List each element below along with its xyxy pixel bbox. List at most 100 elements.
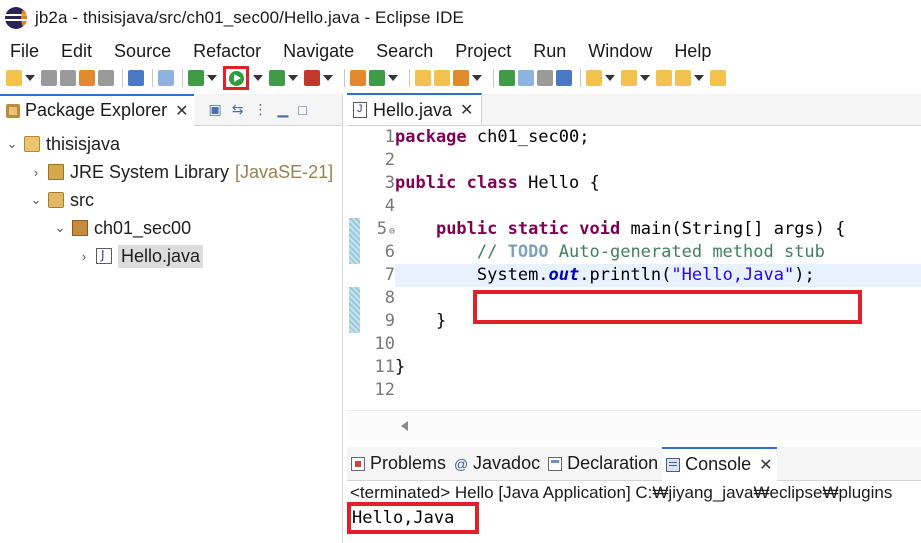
- toolbar-separator: [182, 69, 183, 87]
- code-line-1: package ch01_sec00;: [395, 126, 921, 149]
- redo-icon[interactable]: [98, 70, 114, 86]
- editor-area: Hello.java ✕ 1 2 3 4 5⊖ 6 7 8 9 10 11 12…: [347, 93, 921, 440]
- next-annotation-dropdown-icon[interactable]: [605, 75, 615, 81]
- tab-javadoc[interactable]: @ Javadoc: [450, 447, 544, 481]
- view-menu-icon[interactable]: ⋮: [253, 101, 267, 118]
- new-java-class-icon[interactable]: [369, 70, 385, 86]
- chevron-down-icon[interactable]: ⌄: [28, 192, 44, 208]
- code-text-segment: ch01_sec00;: [466, 127, 590, 147]
- menu-run[interactable]: Run: [533, 41, 566, 62]
- new-class-dropdown-icon[interactable]: [388, 75, 398, 81]
- run-button-highlight: [223, 66, 249, 90]
- menu-file[interactable]: File: [10, 41, 39, 62]
- window-title: jb2a - thisisjava/src/ch01_sec00/Hello.j…: [35, 8, 464, 27]
- minimize-icon[interactable]: ▁: [277, 101, 288, 118]
- external-tools-dropdown-icon[interactable]: [323, 75, 333, 81]
- line-number: 1: [384, 127, 395, 147]
- menu-window[interactable]: Window: [588, 41, 652, 62]
- tab-package-explorer[interactable]: Package Explorer ✕: [0, 93, 195, 126]
- maximize-icon[interactable]: □: [298, 102, 306, 118]
- block-selection-icon[interactable]: [537, 70, 553, 86]
- tree-item-project[interactable]: ⌄ thisisjava: [0, 130, 342, 158]
- run-dropdown-icon[interactable]: [253, 75, 263, 81]
- chevron-down-icon[interactable]: ⌄: [52, 220, 68, 236]
- collapse-all-icon[interactable]: ▣: [208, 101, 221, 118]
- menu-project[interactable]: Project: [455, 41, 511, 62]
- code-line-6: // TODO Auto-generated method stub: [395, 241, 921, 264]
- tree-item-java-file[interactable]: › Hello.java: [0, 242, 342, 270]
- keyword: class: [466, 173, 518, 193]
- tab-declaration[interactable]: Declaration: [544, 447, 662, 481]
- horizontal-scrollbar[interactable]: [347, 410, 921, 440]
- line-number: 5: [376, 219, 387, 239]
- menu-refactor[interactable]: Refactor: [193, 41, 261, 62]
- terminal-icon[interactable]: [128, 70, 144, 86]
- project-label: thisisjava: [46, 133, 121, 154]
- annotation-icon[interactable]: [499, 70, 515, 86]
- code-text-segment: .println(: [579, 265, 672, 285]
- external-tools-icon[interactable]: [304, 70, 320, 86]
- tree-item-jre-library[interactable]: › JRE System Library [JavaSE-21]: [0, 158, 342, 186]
- chevron-down-icon[interactable]: ⌄: [4, 136, 20, 152]
- back-icon[interactable]: [675, 70, 691, 86]
- open-type-icon[interactable]: [415, 70, 431, 86]
- library-version: [JavaSE-21]: [235, 161, 334, 182]
- new-java-project-icon[interactable]: [350, 70, 366, 86]
- scroll-left-icon[interactable]: [401, 421, 408, 431]
- tab-hello-java[interactable]: Hello.java ✕: [347, 93, 483, 125]
- open-folder-icon[interactable]: [434, 70, 450, 86]
- save-all-icon[interactable]: [60, 70, 76, 86]
- tab-console[interactable]: Console ✕: [662, 446, 777, 481]
- debug-dropdown-icon[interactable]: [207, 75, 217, 81]
- undo-icon[interactable]: [79, 70, 95, 86]
- debug-icon[interactable]: [188, 70, 204, 86]
- close-icon[interactable]: ✕: [175, 101, 188, 121]
- code-editor[interactable]: 1 2 3 4 5 ⊖ 6 7 8 9 10 11 12 package ch01…: [347, 126, 921, 408]
- search-dropdown-icon[interactable]: [472, 75, 482, 81]
- toolbar-separator: [580, 69, 581, 87]
- menu-search[interactable]: Search: [376, 41, 433, 62]
- previous-annotation-dropdown-icon[interactable]: [640, 75, 650, 81]
- code-text: package ch01_sec00; public class Hello {…: [395, 126, 921, 402]
- code-text-segment: );: [794, 265, 815, 285]
- package-explorer-panel: Package Explorer ✕ ▣ ⇆ ⋮ ▁ □ ⌄ thisisjav…: [0, 93, 343, 543]
- show-whitespace-icon[interactable]: [556, 70, 572, 86]
- line-number: 11: [374, 357, 395, 377]
- tab-problems[interactable]: Problems: [347, 447, 450, 481]
- chevron-right-icon[interactable]: ›: [76, 249, 92, 264]
- code-text-segment: System.: [476, 265, 549, 285]
- main-toolbar: [0, 66, 921, 90]
- menu-navigate[interactable]: Navigate: [283, 41, 354, 62]
- chevron-right-icon[interactable]: ›: [28, 165, 44, 180]
- menu-edit[interactable]: Edit: [61, 41, 92, 62]
- forward-icon[interactable]: [710, 70, 726, 86]
- line-number: 8: [384, 288, 395, 308]
- link-with-editor-icon[interactable]: ⇆: [232, 101, 244, 118]
- last-edit-location-icon[interactable]: [656, 70, 672, 86]
- search-icon[interactable]: [453, 70, 469, 86]
- tree-item-package[interactable]: ⌄ ch01_sec00: [0, 214, 342, 242]
- save-icon[interactable]: [41, 70, 57, 86]
- highlight-occurrences-icon[interactable]: [518, 70, 534, 86]
- tree-item-src[interactable]: ⌄ src: [0, 186, 342, 214]
- menu-source[interactable]: Source: [114, 41, 171, 62]
- line-number-ruler: 1 2 3 4 5 ⊖ 6 7 8 9 10 11 12: [361, 126, 395, 402]
- menu-help[interactable]: Help: [674, 41, 711, 62]
- close-icon[interactable]: ✕: [759, 455, 772, 475]
- run-icon[interactable]: [228, 70, 244, 86]
- bottom-tabbar: Problems @ Javadoc Declaration Console ✕: [347, 446, 921, 481]
- skip-breakpoints-icon[interactable]: [158, 70, 174, 86]
- new-icon[interactable]: [6, 70, 22, 86]
- previous-annotation-icon[interactable]: [621, 70, 637, 86]
- coverage-icon[interactable]: [269, 70, 285, 86]
- code-line-11: }: [395, 357, 406, 377]
- new-dropdown-icon[interactable]: [25, 75, 35, 81]
- back-dropdown-icon[interactable]: [694, 75, 704, 81]
- next-annotation-icon[interactable]: [586, 70, 602, 86]
- close-icon[interactable]: ✕: [460, 100, 473, 120]
- code-text-segment: main(String[] args) {: [620, 219, 846, 239]
- coverage-dropdown-icon[interactable]: [288, 75, 298, 81]
- library-label: JRE System Library: [70, 161, 230, 182]
